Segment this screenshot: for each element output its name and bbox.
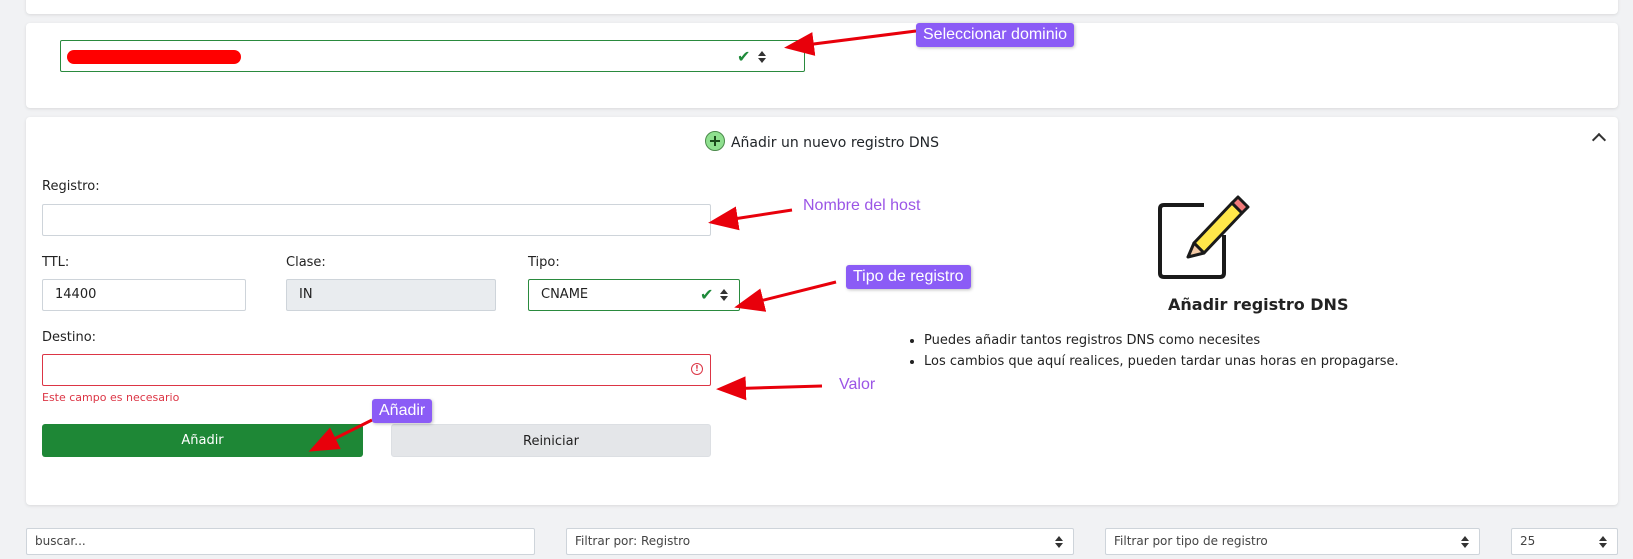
help-bullet: Puedes añadir tantos registros DNS como … [924, 330, 1399, 351]
domain-select[interactable]: ✔ [60, 40, 805, 72]
search-input[interactable]: buscar... [26, 528, 535, 555]
add-record-title: Añadir un nuevo registro DNS [730, 135, 940, 151]
help-title: Añadir registro DNS [1168, 295, 1349, 314]
domain-card: ✔ [26, 23, 1618, 108]
tipo-select-wrap[interactable]: CNAME ✔ [528, 279, 740, 311]
select-arrows-icon [1055, 536, 1063, 548]
select-arrows-icon [720, 289, 728, 301]
add-record-header[interactable]: Añadir un nuevo registro DNS [26, 130, 1618, 156]
reset-button[interactable]: Reiniciar [391, 424, 711, 457]
clase-label: Clase: [286, 255, 326, 270]
filter-by-select[interactable]: Filtrar por: Registro [566, 528, 1074, 555]
select-arrows-icon [1599, 536, 1607, 548]
filter-by-label: Filtrar por: Registro [575, 534, 691, 548]
help-bullet: Los cambios que aquí realices, pueden ta… [924, 351, 1399, 372]
add-plus-icon [704, 131, 725, 151]
annotation-add: Añadir [372, 399, 433, 423]
annotation-record-type: Tipo de registro [846, 265, 971, 289]
filter-type-select[interactable]: Filtrar por tipo de registro [1105, 528, 1480, 555]
destino-wrap[interactable]: ! [42, 354, 711, 386]
page-size-select[interactable]: 25 [1511, 528, 1618, 555]
valid-check-icon: ✔ [700, 285, 714, 304]
help-list: Puedes añadir tantos registros DNS como … [906, 330, 1399, 372]
ttl-input[interactable]: 14400 [42, 279, 246, 311]
annotation-host-name: Nombre del host [803, 197, 921, 214]
valid-check-icon: ✔ [737, 47, 751, 66]
error-icon: ! [691, 363, 703, 375]
page-size-label: 25 [1520, 534, 1536, 548]
filter-type-label: Filtrar por tipo de registro [1114, 534, 1268, 548]
clase-input: IN [286, 279, 496, 311]
edit-pencil-icon [1158, 195, 1250, 279]
destino-label: Destino: [42, 330, 97, 345]
redacted-domain-value [67, 50, 241, 64]
registro-label: Registro: [42, 179, 100, 194]
add-record-card: Añadir un nuevo registro DNS Registro: T… [26, 117, 1618, 505]
add-button[interactable]: Añadir [42, 424, 363, 457]
tipo-label: Tipo: [528, 255, 560, 270]
ttl-label: TTL: [42, 255, 70, 270]
annotation-value: Valor [839, 376, 876, 393]
annotation-select-domain: Seleccionar dominio [916, 23, 1075, 47]
destino-input[interactable] [42, 354, 711, 386]
select-arrows-icon [758, 51, 766, 63]
select-arrows-icon [1461, 536, 1469, 548]
registro-input[interactable] [42, 204, 711, 236]
destino-error-text: Este campo es necesario [42, 391, 180, 404]
top-card [26, 0, 1618, 14]
